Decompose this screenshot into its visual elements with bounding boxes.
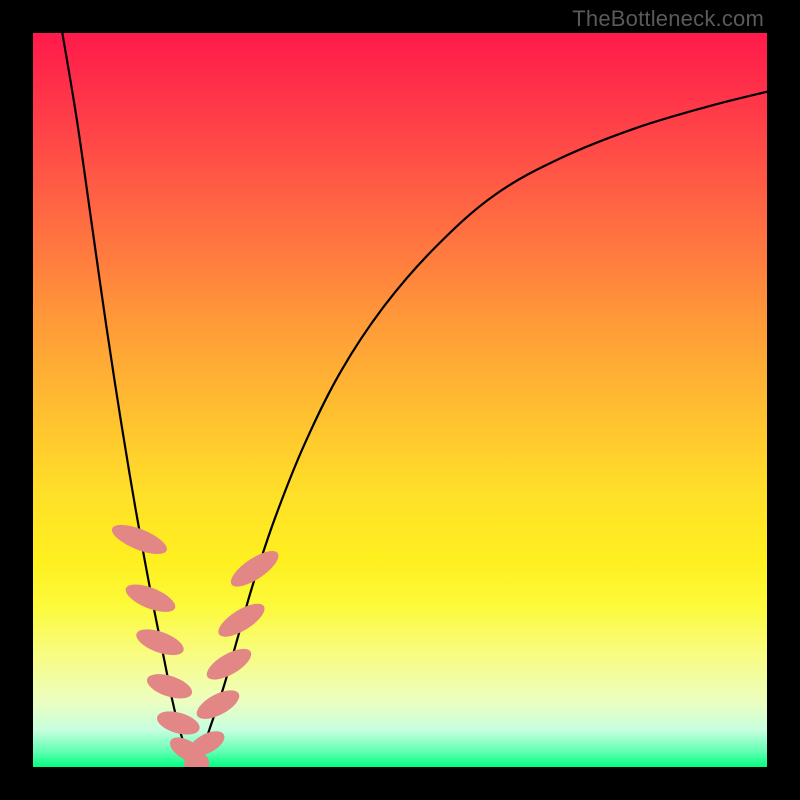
bead xyxy=(202,643,256,686)
chart-frame: TheBottleneck.com xyxy=(0,0,800,800)
bead xyxy=(226,545,284,593)
bead xyxy=(133,624,187,660)
plot-area xyxy=(33,33,767,767)
beads-group xyxy=(108,519,283,767)
bead xyxy=(192,685,243,725)
bead xyxy=(214,597,270,642)
right-curve xyxy=(194,92,767,767)
left-curve xyxy=(62,33,194,767)
bead xyxy=(154,707,202,739)
bead xyxy=(144,669,195,703)
bead xyxy=(122,579,179,618)
curves-svg xyxy=(33,33,767,767)
curve-group xyxy=(62,33,767,767)
watermark-text: TheBottleneck.com xyxy=(572,6,764,32)
